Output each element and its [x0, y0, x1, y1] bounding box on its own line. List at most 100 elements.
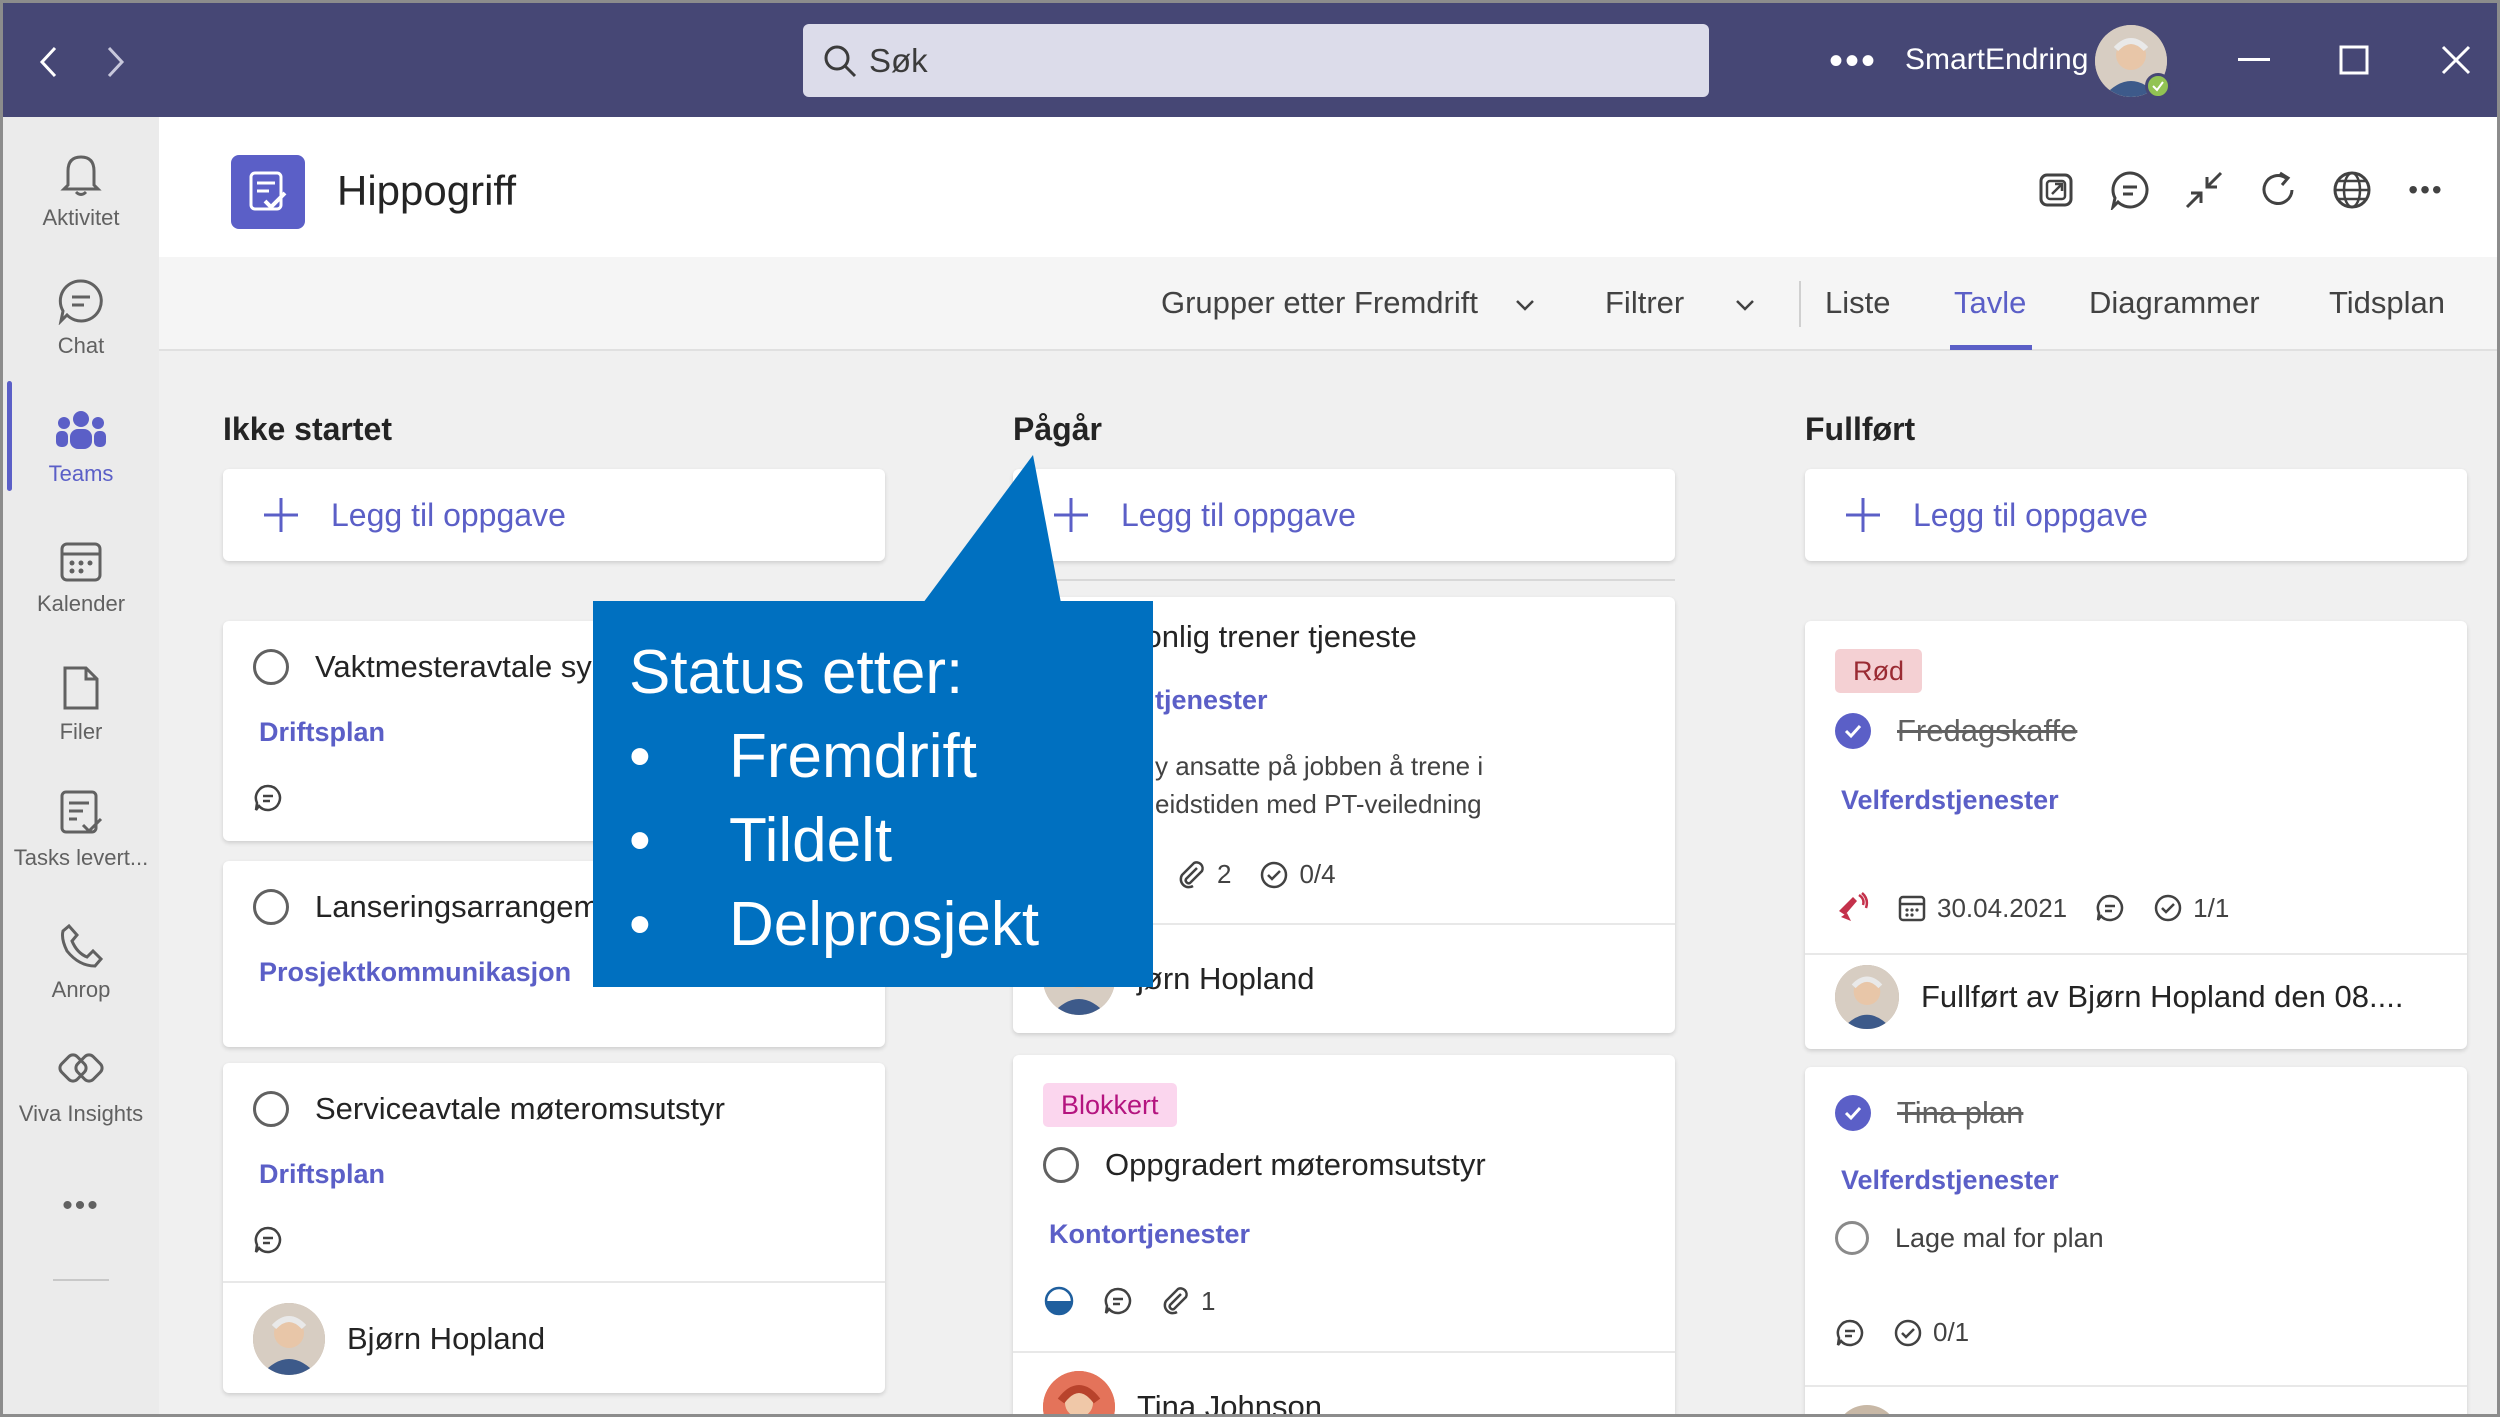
- bell-icon: [60, 141, 102, 197]
- rail-item-files[interactable]: Filer: [3, 655, 159, 775]
- callout-list: Fremdrift Tildelt Delprosjekt: [629, 715, 1153, 967]
- comment-icon: [1103, 1286, 1133, 1316]
- task-card[interactable]: Blokkert Oppgradert møteromsutstyr Konto…: [1013, 1055, 1675, 1417]
- rail-label: Viva Insights: [18, 1101, 144, 1126]
- task-bucket: Velferdstjenester: [1841, 1165, 2059, 1195]
- add-task-label: Legg til oppgave: [1913, 496, 2148, 533]
- attachment-count: 2: [1177, 859, 1231, 890]
- task-assignee[interactable]: Bjørn Hopland: [253, 1303, 545, 1375]
- add-task-button[interactable]: Legg til oppgave: [223, 469, 885, 561]
- app-header: Hippogriff •••: [159, 117, 2497, 257]
- filter-label: Filtrer: [1605, 285, 1685, 320]
- check-circle-icon: [2154, 894, 2182, 922]
- complete-task-checkbox[interactable]: [1043, 1147, 1079, 1183]
- kanban-board: Ikke startet Legg til oppgave Vaktmester…: [159, 351, 2497, 1417]
- org-name[interactable]: SmartEndring: [1905, 43, 2088, 77]
- conversation-icon[interactable]: [2103, 163, 2157, 217]
- task-title: Oppgradert møteromsutstyr: [1105, 1147, 1486, 1182]
- rail-item-calls[interactable]: Anrop: [3, 913, 159, 1033]
- label-red: Rød: [1835, 649, 1923, 693]
- refresh-icon[interactable]: [2251, 163, 2305, 217]
- assignee-name: jørn Hopland: [1137, 961, 1315, 996]
- plan-title: Hippogriff: [337, 167, 516, 214]
- completed-check-icon[interactable]: [1835, 713, 1871, 749]
- task-card[interactable]: Serviceavtale møteromsutstyr Driftsplan …: [223, 1063, 885, 1393]
- complete-task-checkbox[interactable]: [253, 1091, 289, 1127]
- rail-label: Teams: [48, 461, 114, 486]
- collapse-icon[interactable]: [2177, 163, 2231, 217]
- app-rail: Aktivitet Chat Teams Kalender Filer Task…: [3, 117, 159, 1414]
- urgent-priority-icon: [1835, 891, 1869, 925]
- more-options-icon[interactable]: •••: [1829, 39, 1877, 84]
- complete-task-checkbox[interactable]: [253, 889, 289, 925]
- check-circle-icon: [1894, 1319, 1922, 1346]
- completed-check-icon[interactable]: [1835, 1095, 1871, 1131]
- rail-item-teams[interactable]: Teams: [3, 397, 159, 517]
- app-window: ••• SmartEndring Aktivitet: [0, 0, 2500, 1417]
- calendar-icon: [1898, 895, 1926, 922]
- paperclip-icon: [1179, 860, 1204, 888]
- add-task-label: Legg til oppgave: [1121, 496, 1356, 533]
- task-card[interactable]: Rød Fredagskaffe Velferdstjenester 30.04…: [1805, 621, 2467, 1049]
- callout-heading: Status etter:: [629, 638, 964, 707]
- comment-icon: [253, 1225, 283, 1255]
- add-task-label: Legg til oppgave: [331, 496, 566, 533]
- calendar-icon: [59, 527, 103, 583]
- add-task-button[interactable]: Legg til oppgave: [1013, 469, 1675, 561]
- rail-item-tasks[interactable]: Tasks levert...: [3, 781, 159, 901]
- close-icon[interactable]: [2431, 35, 2481, 85]
- rail-label: Anrop: [51, 977, 111, 1002]
- search-input[interactable]: [869, 41, 1669, 80]
- task-notes: eidstiden med PT-veiledning: [1155, 789, 1482, 819]
- search-icon: [824, 45, 857, 77]
- group-by-dropdown[interactable]: Grupper etter Fremdrift: [1161, 285, 1535, 321]
- tab-diagrammer[interactable]: Diagrammer: [2089, 285, 2260, 321]
- callout-item: Delprosjekt: [629, 883, 1153, 967]
- add-task-button[interactable]: Legg til oppgave: [1805, 469, 2467, 561]
- tab-tavle[interactable]: Tavle: [1954, 285, 2026, 321]
- assignee-name: Tina Johnson: [1137, 1389, 1322, 1417]
- card-divider: [1805, 1385, 2467, 1387]
- complete-task-checkbox[interactable]: [253, 649, 289, 685]
- task-card[interactable]: Tina plan Velferdstjenester Lage mal for…: [1805, 1067, 2467, 1414]
- subtask-title: Lage mal for plan: [1895, 1222, 2104, 1253]
- more-apps-icon[interactable]: •••: [3, 1189, 159, 1223]
- rail-label: Aktivitet: [42, 205, 120, 230]
- maximize-icon[interactable]: [2329, 35, 2379, 85]
- rail-item-activity[interactable]: Aktivitet: [3, 141, 159, 261]
- rail-item-calendar[interactable]: Kalender: [3, 527, 159, 647]
- rail-item-viva-insights[interactable]: Viva Insights: [3, 1037, 159, 1157]
- plus-icon: [1843, 495, 1883, 535]
- tab-liste[interactable]: Liste: [1825, 285, 1890, 321]
- column-title: Fullført: [1805, 411, 1916, 447]
- card-divider: [1805, 953, 2467, 955]
- rail-item-chat[interactable]: Chat: [3, 269, 159, 389]
- forward-arrow-icon[interactable]: [95, 37, 135, 87]
- task-notes: y ansatte på jobben å trene i: [1155, 751, 1484, 781]
- rail-label: Chat: [57, 333, 105, 358]
- minimize-icon[interactable]: [2229, 35, 2279, 85]
- group-by-label: Grupper etter Fremdrift: [1161, 285, 1478, 320]
- comment-icon: [1835, 1318, 1865, 1348]
- toolbar-divider: [1799, 281, 1801, 327]
- task-title: Fredagskaffe: [1897, 713, 2078, 748]
- task-bucket: tjenester: [1155, 685, 1268, 715]
- callout-item: Tildelt: [629, 799, 1153, 883]
- presence-available-icon: [2145, 73, 2171, 99]
- back-arrow-icon[interactable]: [29, 37, 69, 87]
- card-divider: [1013, 1351, 1675, 1353]
- board-toolbar: Grupper etter Fremdrift Filtrer Liste Ta…: [159, 257, 2497, 351]
- rail-label: Kalender: [36, 591, 126, 616]
- task-assignee[interactable]: Tina Johnson: [1043, 1371, 1322, 1417]
- open-in-browser-icon[interactable]: [2029, 163, 2083, 217]
- globe-icon[interactable]: [2325, 163, 2379, 217]
- check-circle-icon: [1261, 861, 1288, 888]
- avatar: [1043, 1371, 1115, 1414]
- plus-icon: [1051, 495, 1091, 535]
- search-box[interactable]: [803, 24, 1709, 97]
- filter-dropdown[interactable]: Filtrer: [1605, 285, 1755, 321]
- more-options-icon[interactable]: •••: [2399, 163, 2453, 217]
- chevron-down-icon: [1515, 299, 1534, 311]
- tab-tidsplan[interactable]: Tidsplan: [2329, 285, 2445, 321]
- subtask-checkbox[interactable]: [1835, 1221, 1869, 1255]
